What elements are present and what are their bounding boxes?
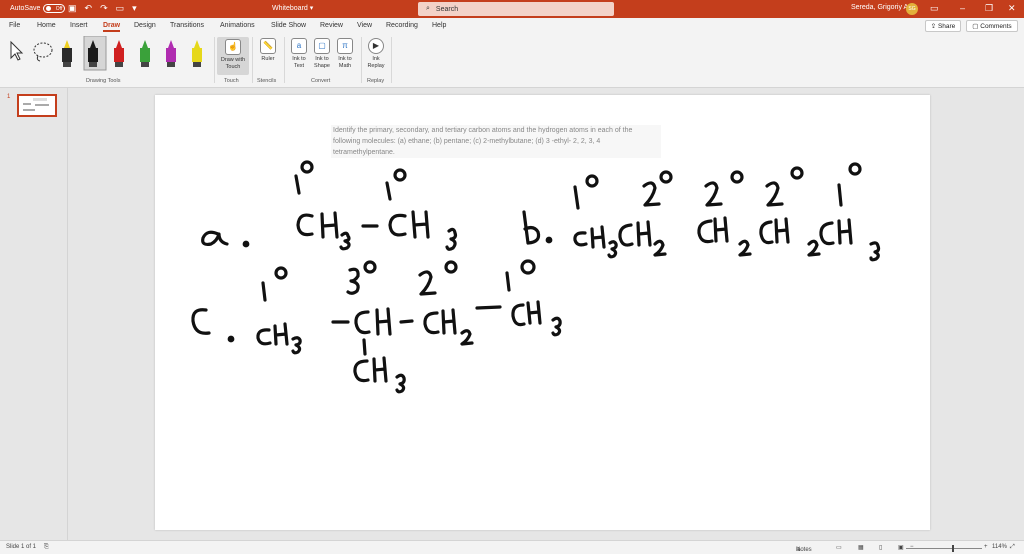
slide-canvas[interactable]: Identify the primary, secondary, and ter…	[155, 95, 930, 530]
separator	[391, 37, 392, 83]
ink-degree-a1	[294, 160, 314, 195]
tab-help[interactable]: Help	[432, 22, 446, 29]
tab-insert[interactable]: Insert	[70, 22, 88, 29]
group-label-touch: Touch	[224, 78, 239, 84]
tab-transitions[interactable]: Transitions	[170, 22, 204, 29]
ink-to-text-icon: a	[291, 38, 307, 54]
comments-button[interactable]: ▢ Comments	[966, 20, 1018, 32]
tab-review[interactable]: Review	[320, 22, 343, 29]
undo-icon[interactable]: ↶	[85, 3, 93, 14]
thumbnail-preview	[23, 98, 49, 111]
ink-to-text-button[interactable]: a Ink to Text	[287, 38, 311, 69]
slideshow-icon[interactable]: ▭	[116, 3, 125, 14]
tab-draw[interactable]: Draw	[103, 22, 121, 32]
slideshow-view-icon[interactable]: ▣	[898, 544, 904, 551]
tab-recording[interactable]: Recording	[386, 22, 418, 29]
separator	[214, 37, 215, 83]
autosave-toggle[interactable]: AutoSave Off	[10, 4, 66, 13]
ink-to-shape-icon: ▢	[314, 38, 330, 54]
ink-degree-b	[573, 162, 862, 210]
title-bar: AutoSave Off ▣ ↶ ↷ ▭ ▾ Whiteboard ▾ ⌕ Se…	[0, 0, 1024, 18]
group-label-stencils: Stencils	[257, 78, 277, 84]
pen-2[interactable]	[83, 36, 107, 71]
minimize-icon[interactable]: –	[960, 3, 965, 13]
pen-3[interactable]	[114, 40, 124, 67]
ink-ethane	[296, 210, 458, 251]
quick-access-toolbar: ▣ ↶ ↷ ▭ ▾	[68, 3, 137, 14]
replay-icon: ▶	[368, 38, 384, 54]
pen-gallery	[62, 36, 202, 71]
ruler-button[interactable]: 📏 Ruler	[256, 38, 280, 63]
zoom-out-icon[interactable]: −	[910, 544, 914, 550]
pen-5[interactable]	[166, 40, 176, 67]
slide-sorter-icon[interactable]: ▦	[858, 544, 864, 551]
document-title[interactable]: Whiteboard ▾	[272, 4, 313, 12]
avatar[interactable]: SG	[906, 3, 918, 15]
zoom-level[interactable]: 114%	[992, 544, 1007, 550]
comment-icon: ▢	[972, 23, 981, 30]
ink-methylbutane	[256, 300, 562, 394]
ink-label-a	[201, 230, 250, 248]
group-label-replay: Replay	[367, 78, 385, 84]
slide-thumbnail[interactable]	[17, 94, 57, 117]
handwritten-ink	[191, 160, 881, 394]
slide-thumbnail-pane: 1	[0, 88, 68, 540]
status-bar: Slide 1 of 1 ⎘ ≙ Notes ▭ ▦ ▯ ▣ − + 114% …	[0, 540, 1024, 554]
ruler-icon: 📏	[260, 38, 276, 54]
touch-icon: ☝	[225, 39, 241, 55]
restore-icon[interactable]: ❐	[985, 3, 993, 14]
normal-view-icon[interactable]: ▭	[836, 544, 842, 551]
separator	[284, 37, 285, 83]
slide-number: 1	[7, 94, 11, 100]
ribbon-tabs: File Home Insert Draw Design Transitions…	[0, 18, 1024, 34]
ribbon-display-icon[interactable]: ▭	[930, 3, 939, 14]
ink-replay-button[interactable]: ▶ Ink Replay	[364, 38, 388, 69]
save-icon[interactable]: ▣	[68, 3, 77, 14]
tab-slide-show[interactable]: Slide Show	[271, 22, 306, 29]
search-placeholder: Search	[435, 5, 459, 13]
tab-home[interactable]: Home	[37, 22, 56, 29]
redo-icon[interactable]: ↷	[100, 3, 108, 14]
customize-qat-icon[interactable]: ▾	[132, 3, 137, 14]
ink-pentane	[573, 216, 881, 262]
select-tool-icon[interactable]	[8, 40, 24, 62]
draw-with-touch-button[interactable]: ☝ Draw with Touch	[217, 37, 249, 75]
zoom-slider-thumb[interactable]	[952, 545, 954, 552]
tab-file[interactable]: File	[9, 22, 20, 29]
user-name[interactable]: Sereda, Grigoriy A	[851, 4, 908, 11]
group-label-drawing-tools: Drawing Tools	[86, 78, 121, 84]
autosave-label: AutoSave	[10, 5, 41, 12]
pen-4[interactable]	[140, 40, 150, 67]
close-icon[interactable]: ✕	[1008, 3, 1016, 14]
ink-degree-c	[261, 259, 536, 302]
ink-label-b	[522, 210, 553, 245]
zoom-slider[interactable]	[906, 548, 982, 549]
tab-animations[interactable]: Animations	[220, 22, 255, 29]
share-icon: ⇪	[930, 23, 938, 30]
tab-view[interactable]: View	[357, 22, 372, 29]
zoom-in-icon[interactable]: +	[984, 544, 988, 550]
pen-6[interactable]	[192, 40, 202, 67]
ribbon: Drawing Tools ☝ Draw with Touch Touch 📏 …	[0, 34, 1024, 88]
fit-to-window-icon[interactable]: ⤢	[1010, 544, 1015, 551]
separator	[252, 37, 253, 83]
share-button[interactable]: ⇪ Share	[925, 20, 961, 32]
search-icon: ⌕	[426, 5, 430, 12]
ink-label-c	[191, 308, 235, 343]
group-label-convert: Convert	[311, 78, 331, 84]
search-box[interactable]: ⌕ Search	[418, 2, 614, 16]
tab-design[interactable]: Design	[134, 22, 156, 29]
ink-to-math-button[interactable]: π Ink to Math	[333, 38, 357, 69]
ink-to-math-icon: π	[337, 38, 353, 54]
separator	[361, 37, 362, 83]
slide-count: Slide 1 of 1	[6, 544, 37, 550]
accessibility-icon[interactable]: ⎘	[44, 544, 49, 551]
reading-view-icon[interactable]: ▯	[879, 544, 882, 551]
ink-degree-a2	[385, 168, 407, 201]
lasso-select-icon[interactable]	[32, 40, 54, 62]
autosave-switch[interactable]: Off	[43, 4, 66, 13]
pen-1[interactable]	[62, 40, 72, 67]
ink-to-shape-button[interactable]: ▢ Ink to Shape	[310, 38, 334, 69]
